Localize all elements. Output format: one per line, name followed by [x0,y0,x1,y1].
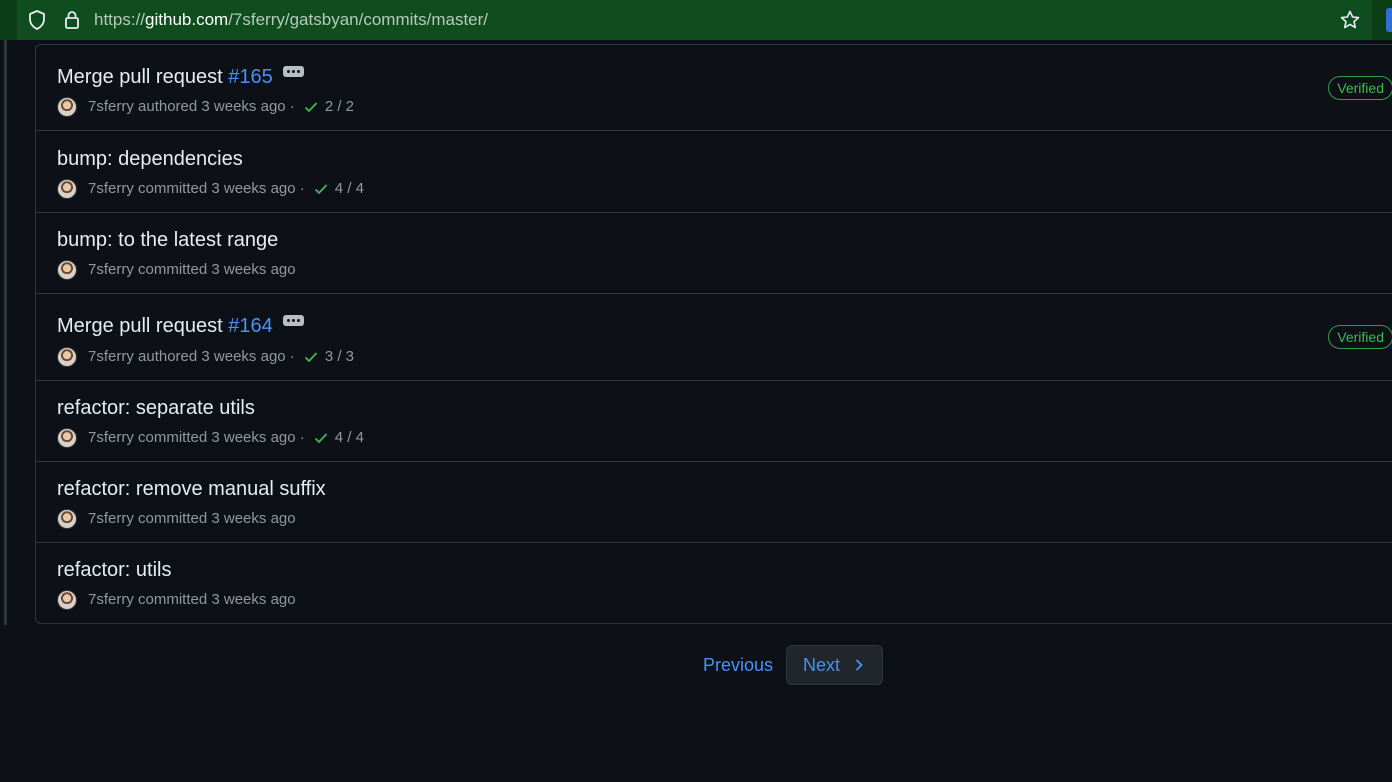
shield-icon[interactable] [25,8,49,32]
avatar[interactable] [57,590,77,610]
next-button[interactable]: Next [786,645,884,685]
verified-badge[interactable]: Verified [1328,76,1392,100]
checks-count[interactable]: 2 / 2 [325,96,354,118]
avatar[interactable] [57,347,77,367]
commit-action: authored [138,348,198,365]
pr-link[interactable]: #165 [228,66,273,88]
commit-row[interactable]: refactor: separate utils 7sferry committ… [36,381,1392,462]
checks-count[interactable]: 3 / 3 [325,346,354,368]
pagination: Previous Next [690,645,884,685]
commit-row[interactable]: bump: dependencies 7sferry committed 3 w… [36,131,1392,213]
avatar[interactable] [57,509,77,529]
commit-message[interactable]: Merge pull request #165 [57,65,304,89]
commit-message[interactable]: refactor: utils [57,558,171,582]
check-icon[interactable] [303,99,319,115]
commit-meta: 7sferry committed 3 weeks ago [57,508,296,530]
toolbar-edge [1386,8,1392,32]
chevron-right-icon [855,659,863,671]
avatar[interactable] [57,97,77,117]
commit-row[interactable]: bump: to the latest range 7sferry commit… [36,213,1392,294]
check-icon[interactable] [303,349,319,365]
check-icon[interactable] [313,181,329,197]
ellipsis-icon[interactable] [282,66,304,77]
commit-time: 3 weeks ago [211,429,296,446]
commit-action: committed [138,591,208,608]
pr-link[interactable]: #164 [228,315,273,337]
commit-time: 3 weeks ago [211,591,296,608]
commit-row[interactable]: refactor: remove manual suffix 7sferry c… [36,462,1392,543]
commit-meta: 7sferry authored 3 weeks ago · 2 / 2 [57,96,354,118]
commit-meta: 7sferry committed 3 weeks ago · 4 / 4 [57,178,364,200]
author-link[interactable]: 7sferry [88,259,134,281]
check-icon[interactable] [313,430,329,446]
commit-action: authored [138,98,198,115]
address-field[interactable]: https://github.com/7sferry/gatsbyan/comm… [17,0,1372,40]
commit-row[interactable]: Merge pull request #164 7sferry authored… [36,294,1392,381]
commit-row[interactable]: refactor: utils 7sferry committed 3 week… [36,543,1392,623]
commit-message[interactable]: refactor: remove manual suffix [57,477,326,501]
url-scheme: https:// [94,10,146,29]
checks-count[interactable]: 4 / 4 [335,178,364,200]
commit-time: 3 weeks ago [201,98,286,115]
url-path: /7sferry/gatsbyan/commits/master/ [228,10,489,29]
author-link[interactable]: 7sferry [88,589,134,611]
commit-row[interactable]: Merge pull request #165 7sferry authored… [36,45,1392,131]
star-icon[interactable] [1338,8,1362,32]
commit-message[interactable]: refactor: separate utils [57,396,255,420]
lock-icon[interactable] [60,8,84,32]
commit-meta: 7sferry committed 3 weeks ago [57,259,296,281]
commit-meta: 7sferry authored 3 weeks ago · 3 / 3 [57,346,354,368]
commit-action: committed [138,429,208,446]
author-link[interactable]: 7sferry [88,427,134,449]
commit-action: committed [138,261,208,278]
commit-action: committed [138,510,208,527]
commit-list: Merge pull request #165 7sferry authored… [35,44,1392,624]
author-link[interactable]: 7sferry [88,508,134,530]
author-link[interactable]: 7sferry [88,96,134,118]
avatar[interactable] [57,260,77,280]
ellipsis-icon[interactable] [282,315,304,326]
commit-action: committed [138,180,208,197]
commit-time: 3 weeks ago [211,510,296,527]
next-label: Next [803,655,841,675]
commit-time: 3 weeks ago [211,261,296,278]
verified-badge[interactable]: Verified [1328,325,1392,349]
browser-url-bar: https://github.com/7sferry/gatsbyan/comm… [0,0,1392,40]
avatar[interactable] [57,428,77,448]
commit-time: 3 weeks ago [201,348,286,365]
commit-meta: 7sferry committed 3 weeks ago · 4 / 4 [57,427,364,449]
commit-message[interactable]: Merge pull request #164 [57,314,304,338]
url-text[interactable]: https://github.com/7sferry/gatsbyan/comm… [94,10,488,30]
author-link[interactable]: 7sferry [88,346,134,368]
author-link[interactable]: 7sferry [88,178,134,200]
commit-time: 3 weeks ago [211,180,296,197]
avatar[interactable] [57,179,77,199]
timeline-rail [4,40,7,625]
commit-meta: 7sferry committed 3 weeks ago [57,589,296,611]
checks-count[interactable]: 4 / 4 [335,427,364,449]
url-host: github.com [145,10,229,29]
commit-message[interactable]: bump: dependencies [57,147,243,171]
previous-button[interactable]: Previous [690,645,786,685]
commit-message[interactable]: bump: to the latest range [57,228,278,252]
